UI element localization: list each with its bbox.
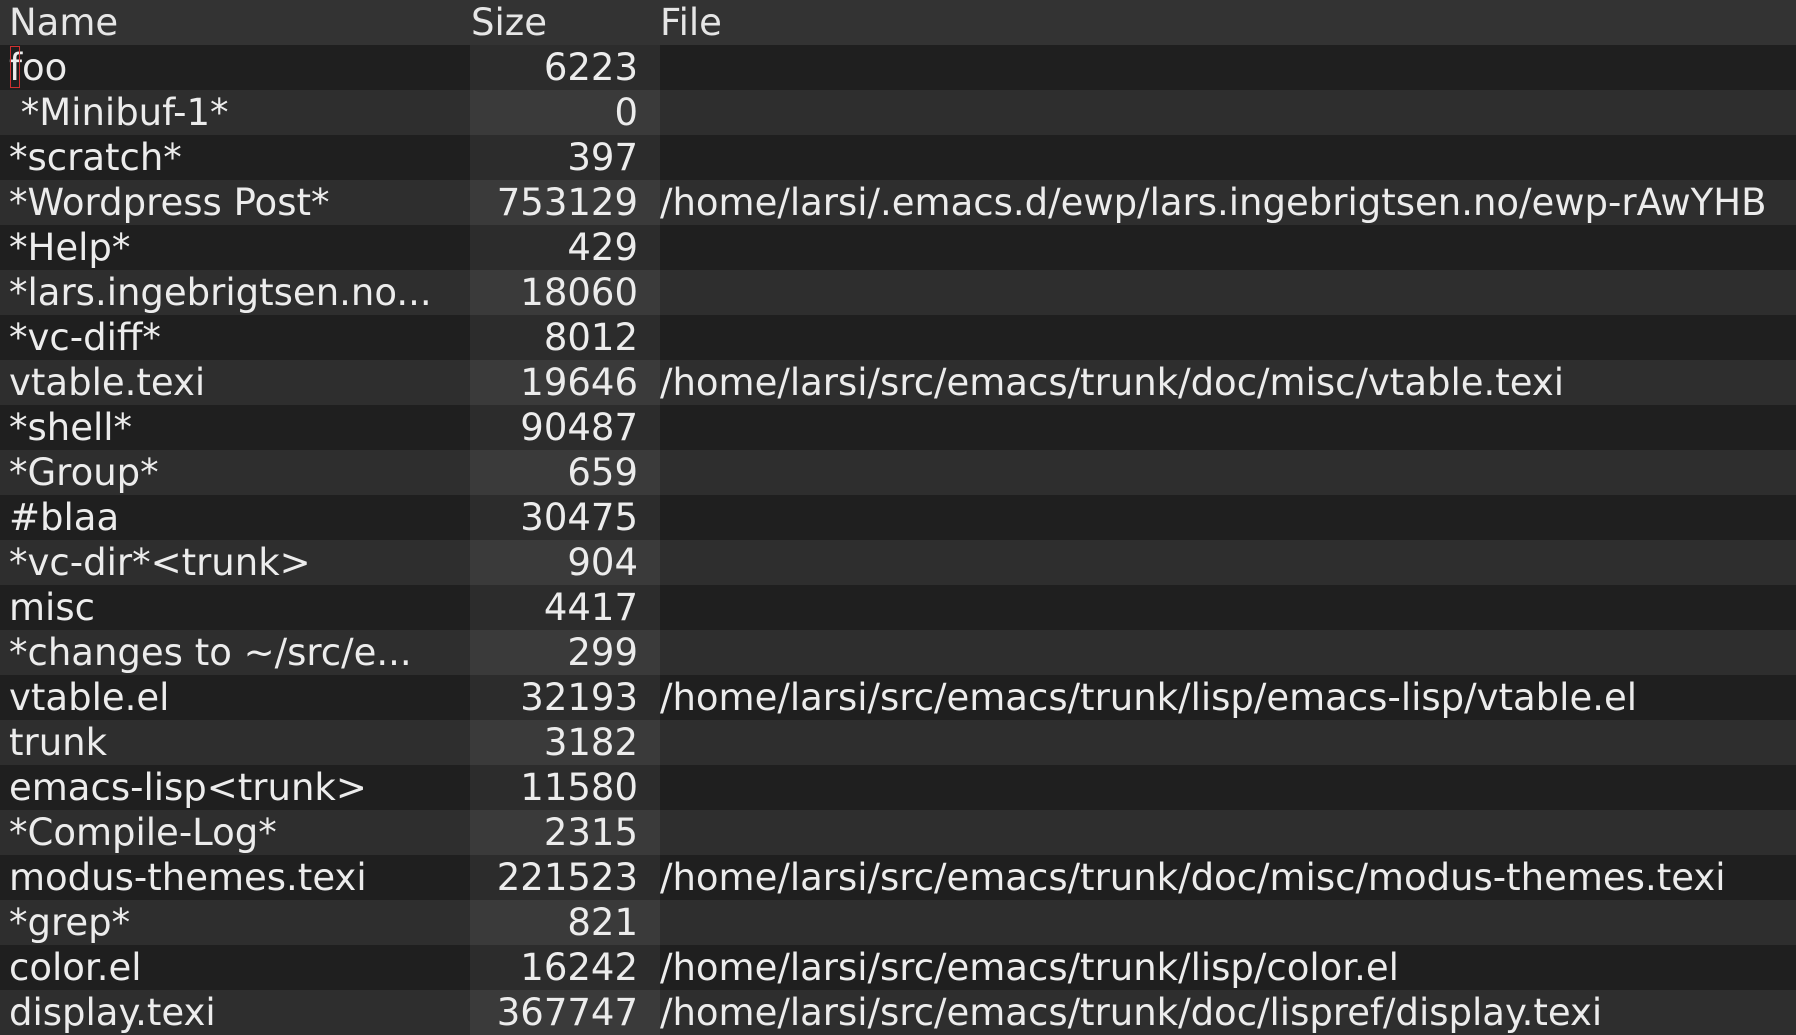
- buffer-file-cell: [660, 585, 1796, 630]
- buffer-size-cell: 753129: [470, 180, 660, 225]
- table-row[interactable]: *Compile-Log* 2315: [0, 810, 1796, 855]
- buffer-size-cell: 429: [470, 225, 660, 270]
- buffer-name-cell: #blaa: [0, 495, 470, 540]
- table-row[interactable]: *Minibuf-1* 0: [0, 90, 1796, 135]
- buffer-size-cell: 6223: [470, 45, 660, 90]
- buffer-file-cell: [660, 315, 1796, 360]
- buffer-file-cell: [660, 765, 1796, 810]
- buffer-file-cell: /home/larsi/src/emacs/trunk/doc/lispref/…: [660, 990, 1796, 1035]
- buffer-name-cell: vtable.texi: [0, 360, 470, 405]
- table-row[interactable]: #blaa 30475: [0, 495, 1796, 540]
- buffer-file-cell: [660, 810, 1796, 855]
- buffer-name-cell: *scratch*: [0, 135, 470, 180]
- table-row[interactable]: foo 6223: [0, 45, 1796, 90]
- buffer-file-cell: [660, 225, 1796, 270]
- buffer-size-cell: 18060: [470, 270, 660, 315]
- buffer-file-cell: [660, 405, 1796, 450]
- buffer-file-cell: /home/larsi/.emacs.d/ewp/lars.ingebrigts…: [660, 180, 1796, 225]
- buffer-name-cell: misc: [0, 585, 470, 630]
- buffer-size-cell: 19646: [470, 360, 660, 405]
- table-row[interactable]: *Group* 659: [0, 450, 1796, 495]
- buffer-name-cell: *Compile-Log*: [0, 810, 470, 855]
- buffer-name-cell: vtable.el: [0, 675, 470, 720]
- buffer-name-cell: *vc-dir*<trunk>: [0, 540, 470, 585]
- buffer-size-cell: 16242: [470, 945, 660, 990]
- buffer-name-cell: emacs-lisp<trunk>: [0, 765, 470, 810]
- buffer-size-cell: 904: [470, 540, 660, 585]
- table-row[interactable]: vtable.texi 19646/home/larsi/src/emacs/tr…: [0, 360, 1796, 405]
- buffer-name-cell: display.texi: [0, 990, 470, 1035]
- buffer-size-cell: 0: [470, 90, 660, 135]
- table-row[interactable]: *shell* 90487: [0, 405, 1796, 450]
- table-row[interactable]: *vc-diff* 8012: [0, 315, 1796, 360]
- buffer-file-cell: [660, 540, 1796, 585]
- table-row[interactable]: vtable.el 32193/home/larsi/src/emacs/trun…: [0, 675, 1796, 720]
- table-body: foo 6223 *Minibuf-1* 0 *scratch* 397 *Wordpre…: [0, 45, 1796, 1035]
- table-row[interactable]: color.el 16242/home/larsi/src/emacs/trunk…: [0, 945, 1796, 990]
- buffer-size-cell: 397: [470, 135, 660, 180]
- buffer-size-cell: 659: [470, 450, 660, 495]
- buffer-file-cell: [660, 720, 1796, 765]
- buffer-name-cell: *Group*: [0, 450, 470, 495]
- buffer-name-cell: *Minibuf-1*: [0, 90, 470, 135]
- table-row[interactable]: misc 4417: [0, 585, 1796, 630]
- buffer-name-cell: trunk: [0, 720, 470, 765]
- table-row[interactable]: *vc-dir*<trunk> 904: [0, 540, 1796, 585]
- column-header-size[interactable]: Size: [470, 0, 660, 45]
- buffer-table: Name Size File foo 6223 *Minibuf-1* 0 *scra…: [0, 0, 1796, 1035]
- table-row[interactable]: *Help* 429: [0, 225, 1796, 270]
- buffer-file-cell: /home/larsi/src/emacs/trunk/doc/misc/vta…: [660, 360, 1796, 405]
- buffer-size-cell: 367747: [470, 990, 660, 1035]
- buffer-file-cell: [660, 630, 1796, 675]
- buffer-size-cell: 4417: [470, 585, 660, 630]
- buffer-size-cell: 221523: [470, 855, 660, 900]
- buffer-name-cell: *shell*: [0, 405, 470, 450]
- buffer-name-cell: *changes to ~/src/e...: [0, 630, 470, 675]
- buffer-file-cell: [660, 450, 1796, 495]
- buffer-name-cell: foo: [0, 45, 470, 90]
- buffer-name-cell: *Help*: [0, 225, 470, 270]
- buffer-file-cell: [660, 90, 1796, 135]
- buffer-file-cell: [660, 900, 1796, 945]
- buffer-name-cell: *grep*: [0, 900, 470, 945]
- table-row[interactable]: *scratch* 397: [0, 135, 1796, 180]
- buffer-name-cell: *lars.ingebrigtsen.no...: [0, 270, 470, 315]
- table-header: Name Size File: [0, 0, 1796, 45]
- buffer-size-cell: 90487: [470, 405, 660, 450]
- column-header-file[interactable]: File: [660, 0, 1796, 45]
- buffer-size-cell: 821: [470, 900, 660, 945]
- table-row[interactable]: *grep* 821: [0, 900, 1796, 945]
- column-header-name[interactable]: Name: [0, 0, 470, 45]
- buffer-file-cell: [660, 270, 1796, 315]
- table-row[interactable]: *changes to ~/src/e... 299: [0, 630, 1796, 675]
- buffer-size-cell: 30475: [470, 495, 660, 540]
- buffer-name-cell: color.el: [0, 945, 470, 990]
- buffer-size-cell: 8012: [470, 315, 660, 360]
- buffer-name-cell: modus-themes.texi: [0, 855, 470, 900]
- buffer-size-cell: 3182: [470, 720, 660, 765]
- table-row[interactable]: *Wordpress Post* 753129/home/larsi/.emacs…: [0, 180, 1796, 225]
- buffer-name-cell: *Wordpress Post*: [0, 180, 470, 225]
- table-row[interactable]: trunk 3182: [0, 720, 1796, 765]
- table-row[interactable]: modus-themes.texi 221523/home/larsi/src/e…: [0, 855, 1796, 900]
- buffer-file-cell: /home/larsi/src/emacs/trunk/doc/misc/mod…: [660, 855, 1796, 900]
- buffer-file-cell: [660, 495, 1796, 540]
- buffer-file-cell: [660, 135, 1796, 180]
- buffer-file-cell: /home/larsi/src/emacs/trunk/lisp/emacs-l…: [660, 675, 1796, 720]
- table-row[interactable]: *lars.ingebrigtsen.no... 18060: [0, 270, 1796, 315]
- table-row[interactable]: emacs-lisp<trunk> 11580: [0, 765, 1796, 810]
- buffer-size-cell: 299: [470, 630, 660, 675]
- buffer-name-cell: *vc-diff*: [0, 315, 470, 360]
- buffer-file-cell: [660, 45, 1796, 90]
- table-row[interactable]: display.texi 367747/home/larsi/src/emacs/…: [0, 990, 1796, 1035]
- buffer-size-cell: 32193: [470, 675, 660, 720]
- buffer-size-cell: 2315: [470, 810, 660, 855]
- buffer-size-cell: 11580: [470, 765, 660, 810]
- buffer-file-cell: /home/larsi/src/emacs/trunk/lisp/color.e…: [660, 945, 1796, 990]
